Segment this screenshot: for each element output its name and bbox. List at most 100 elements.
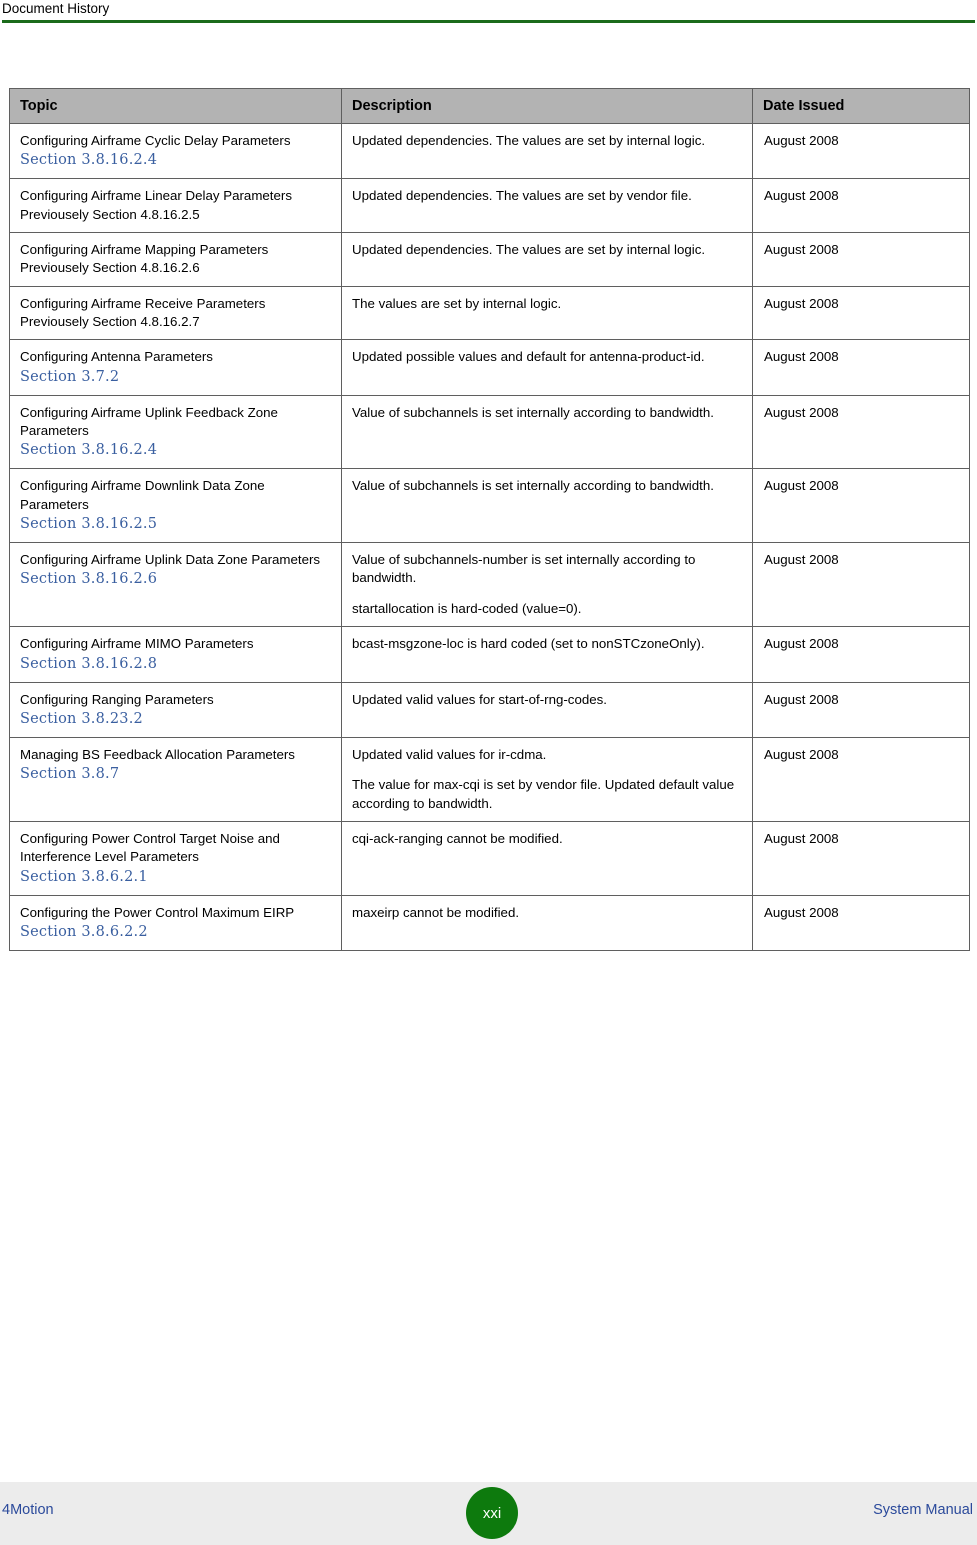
topic-title: Configuring Airframe Linear Delay Parame… xyxy=(20,188,292,204)
cell-topic: Configuring Airframe Uplink Data Zone Pa… xyxy=(9,542,342,628)
section-link[interactable]: Section 3.8.16.2.6 xyxy=(20,569,335,589)
section-link[interactable]: Section 3.7.2 xyxy=(20,367,335,387)
cell-description: Updated possible values and default for … xyxy=(341,339,753,396)
description-paragraph: Updated valid values for start-of-rng-co… xyxy=(352,691,607,707)
topic-title: Configuring Antenna Parameters xyxy=(20,349,213,365)
document-history-table: Topic Description Date Issued Configurin… xyxy=(9,88,970,951)
section-link[interactable]: Section 3.8.23.2 xyxy=(20,709,335,729)
cell-description: Updated valid values for start-of-rng-co… xyxy=(341,681,753,738)
cell-date-issued: August 2008 xyxy=(752,122,970,180)
topic-title: Configuring Airframe Mapping Parameters xyxy=(20,242,269,258)
cell-description: bcast-msgzone-loc is hard coded (set to … xyxy=(341,626,753,683)
topic-title: Configuring Airframe Downlink Data Zone … xyxy=(20,478,265,512)
description-paragraph: Updated valid values for ir-cdma. xyxy=(352,746,547,762)
cell-topic: Configuring Airframe Uplink Feedback Zon… xyxy=(9,394,342,470)
cell-description: Updated dependencies. The values are set… xyxy=(341,122,753,180)
cell-date-issued: August 2008 xyxy=(752,285,970,341)
description-paragraph: bcast-msgzone-loc is hard coded (set to … xyxy=(352,636,705,652)
table-body: Configuring Airframe Cyclic Delay Parame… xyxy=(9,122,970,951)
section-link[interactable]: Section 3.8.16.2.5 xyxy=(20,514,335,534)
topic-title: Configuring Airframe Cyclic Delay Parame… xyxy=(20,133,291,148)
section-link[interactable]: Section 3.8.16.2.4 xyxy=(20,440,335,460)
cell-topic: Configuring Airframe MIMO Parameters Sect… xyxy=(9,626,342,683)
page-header: Document History xyxy=(0,0,977,24)
column-header-date-issued: Date Issued xyxy=(752,88,970,124)
cell-description: The values are set by internal logic. xyxy=(341,285,753,341)
topic-title: Configuring Airframe MIMO Parameters xyxy=(20,636,254,652)
description-paragraph: Updated dependencies. The values are set… xyxy=(352,133,706,148)
cell-description: Updated dependencies. The values are set… xyxy=(341,232,753,287)
cell-date-issued: August 2008 xyxy=(752,339,970,396)
cell-date-issued: August 2008 xyxy=(752,894,970,951)
footer-page-number: xxi xyxy=(466,1487,518,1539)
topic-title: Configuring Airframe Receive Parameters xyxy=(20,295,266,311)
topic-title: Configuring Airframe Uplink Data Zone Pa… xyxy=(20,552,321,568)
cell-topic: Configuring Ranging Parameters Section 3.… xyxy=(9,681,342,738)
footer-manual-name: System Manual xyxy=(873,1502,973,1518)
cell-topic: Configuring Airframe Downlink Data Zone … xyxy=(9,468,342,544)
cell-date-issued: August 2008 xyxy=(752,542,970,628)
column-header-topic: Topic xyxy=(9,88,342,124)
previous-section-note: Previousely Section 4.8.16.2.5 xyxy=(20,206,200,222)
description-paragraph: Updated possible values and default for … xyxy=(352,349,705,365)
topic-title: Configuring the Power Control Maximum EI… xyxy=(20,904,295,920)
table-row: Configuring Airframe Receive Parameters P… xyxy=(9,285,970,341)
cell-description: Updated valid values for ir-cdma. The val… xyxy=(341,736,753,822)
cell-topic: Configuring the Power Control Maximum EI… xyxy=(9,894,342,951)
section-link[interactable]: Section 3.8.6.2.1 xyxy=(20,867,335,887)
cell-date-issued: August 2008 xyxy=(752,178,970,234)
table-row: Configuring Antenna Parameters Section 3.… xyxy=(9,339,970,396)
description-paragraph: The value for max-cqi is set by vendor f… xyxy=(352,777,735,811)
table-row: Configuring Airframe Linear Delay Parame… xyxy=(9,178,970,234)
description-paragraph: maxeirp cannot be modified. xyxy=(352,904,520,920)
topic-title: Configuring Power Control Target Noise a… xyxy=(20,830,280,865)
cell-topic: Configuring Airframe Cyclic Delay Parame… xyxy=(9,122,342,180)
description-paragraph: The values are set by internal logic. xyxy=(352,295,562,311)
section-link[interactable]: Section 3.8.7 xyxy=(20,764,335,784)
section-link[interactable]: Section 3.8.16.2.4 xyxy=(20,150,335,170)
header-title: Document History xyxy=(2,1,110,16)
table-row: Configuring Airframe MIMO Parameters Sect… xyxy=(9,626,970,683)
table-row: Managing BS Feedback Allocation Paramete… xyxy=(9,736,970,822)
column-header-description: Description xyxy=(341,88,753,124)
table-row: Configuring Power Control Target Noise a… xyxy=(9,820,970,896)
cell-date-issued: August 2008 xyxy=(752,232,970,287)
cell-topic: Configuring Airframe Linear Delay Parame… xyxy=(9,178,342,234)
cell-topic: Configuring Airframe Mapping Parameters P… xyxy=(9,232,342,287)
previous-section-note: Previousely Section 4.8.16.2.6 xyxy=(20,260,200,276)
description-paragraph: cqi-ack-ranging cannot be modified. xyxy=(352,830,563,846)
cell-date-issued: August 2008 xyxy=(752,736,970,822)
cell-date-issued: August 2008 xyxy=(752,468,970,544)
table-row: Configuring Ranging Parameters Section 3.… xyxy=(9,681,970,738)
table-header: Topic Description Date Issued xyxy=(9,88,970,124)
table-header-row: Topic Description Date Issued xyxy=(9,88,970,124)
previous-section-note: Previousely Section 4.8.16.2.7 xyxy=(20,314,200,330)
table-row: Configuring Airframe Mapping Parameters P… xyxy=(9,232,970,287)
cell-description: cqi-ack-ranging cannot be modified. xyxy=(341,820,753,896)
topic-title: Managing BS Feedback Allocation Paramete… xyxy=(20,746,295,762)
topic-title: Configuring Ranging Parameters xyxy=(20,691,214,707)
table-row: Configuring Airframe Cyclic Delay Parame… xyxy=(9,122,970,180)
cell-date-issued: August 2008 xyxy=(752,681,970,738)
table-row: Configuring the Power Control Maximum EI… xyxy=(9,894,970,951)
description-paragraph: Value of subchannels is set internally a… xyxy=(352,404,714,420)
section-link[interactable]: Section 3.8.16.2.8 xyxy=(20,654,335,674)
cell-topic: Managing BS Feedback Allocation Paramete… xyxy=(9,736,342,822)
cell-description: Value of subchannels is set internally a… xyxy=(341,468,753,544)
document-page: Document History Topic Description Date … xyxy=(0,0,977,1545)
table-row: Configuring Airframe Uplink Data Zone Pa… xyxy=(9,542,970,628)
cell-date-issued: August 2008 xyxy=(752,394,970,470)
description-paragraph: Updated dependencies. The values are set… xyxy=(352,242,706,258)
cell-description: Value of subchannels is set internally a… xyxy=(341,394,753,470)
section-link[interactable]: Section 3.8.6.2.2 xyxy=(20,922,335,942)
cell-topic: Configuring Power Control Target Noise a… xyxy=(9,820,342,896)
cell-description: Value of subchannels-number is set inter… xyxy=(341,542,753,628)
table-row: Configuring Airframe Uplink Feedback Zon… xyxy=(9,394,970,470)
description-paragraph: startallocation is hard-coded (value=0). xyxy=(352,600,582,616)
topic-title: Configuring Airframe Uplink Feedback Zon… xyxy=(20,404,278,439)
cell-topic: Configuring Antenna Parameters Section 3.… xyxy=(9,339,342,396)
cell-date-issued: August 2008 xyxy=(752,626,970,683)
cell-description: maxeirp cannot be modified. xyxy=(341,894,753,951)
table-row: Configuring Airframe Downlink Data Zone … xyxy=(9,468,970,544)
page-footer: 4Motion xxi System Manual xyxy=(0,1482,977,1545)
